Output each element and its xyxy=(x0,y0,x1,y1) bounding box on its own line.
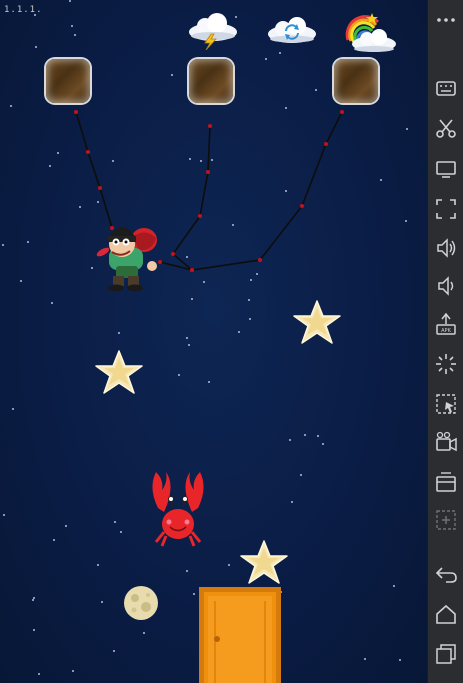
fullscreen-icon xyxy=(436,199,456,219)
display-icon xyxy=(436,161,456,178)
loading-icon xyxy=(436,354,456,374)
back-icon xyxy=(435,567,457,583)
keyboard-button[interactable] xyxy=(432,74,460,102)
home-button[interactable] xyxy=(432,600,460,628)
more-button[interactable] xyxy=(432,6,460,34)
scissors-button[interactable] xyxy=(432,114,460,142)
back-button[interactable] xyxy=(432,560,460,588)
more-icon xyxy=(437,18,455,22)
thief-character[interactable] xyxy=(94,218,164,293)
rope-knot xyxy=(190,268,194,272)
recents-button[interactable] xyxy=(432,640,460,668)
collectible-star[interactable] xyxy=(93,348,145,396)
game-canvas[interactable]: 1.1.1. xyxy=(0,0,427,683)
rope-knot xyxy=(258,258,262,262)
rope-knot xyxy=(198,214,202,218)
crab-enemy[interactable] xyxy=(146,468,210,550)
rope-knot xyxy=(86,150,90,154)
rope-knot xyxy=(98,186,102,190)
multi-window-icon xyxy=(436,472,456,492)
display-button[interactable] xyxy=(432,155,460,183)
rope-segment[interactable] xyxy=(171,125,211,271)
rope-knot xyxy=(208,124,212,128)
video-record-icon xyxy=(436,431,457,452)
rope-segment[interactable] xyxy=(75,111,113,229)
multi-window-button[interactable] xyxy=(432,468,460,496)
moon-icon xyxy=(124,586,158,620)
emulator-sidebar: APK xyxy=(427,0,463,683)
rope-knot xyxy=(171,252,175,256)
collectible-star[interactable] xyxy=(291,298,343,346)
ropes[interactable] xyxy=(0,0,427,683)
screenshot-icon xyxy=(436,394,456,414)
fullscreen-button[interactable] xyxy=(432,195,460,223)
loading-button[interactable] xyxy=(432,350,460,378)
volume-up-icon xyxy=(437,238,456,258)
rope-knot xyxy=(206,170,210,174)
scissors-icon xyxy=(436,119,456,138)
volume-up-button[interactable] xyxy=(432,234,460,262)
add-button[interactable] xyxy=(432,506,460,534)
add-icon xyxy=(436,510,456,530)
rope-knot xyxy=(340,110,344,114)
apk-install-icon: APK xyxy=(436,312,456,335)
exit-door[interactable] xyxy=(199,587,281,683)
collectible-star[interactable] xyxy=(238,538,290,586)
video-record-button[interactable] xyxy=(432,428,460,456)
home-icon xyxy=(436,604,456,624)
volume-down-button[interactable] xyxy=(432,272,460,300)
rope-knot xyxy=(300,204,304,208)
rope-knot xyxy=(74,110,78,114)
svg-text:APK: APK xyxy=(441,328,451,334)
keyboard-icon xyxy=(436,81,456,96)
apk-install-button[interactable]: APK xyxy=(432,310,460,338)
rope-knot xyxy=(324,142,328,146)
volume-down-icon xyxy=(438,276,454,296)
recents-icon xyxy=(436,644,456,664)
rope-segment[interactable] xyxy=(159,111,343,271)
screenshot-button[interactable] xyxy=(432,390,460,418)
